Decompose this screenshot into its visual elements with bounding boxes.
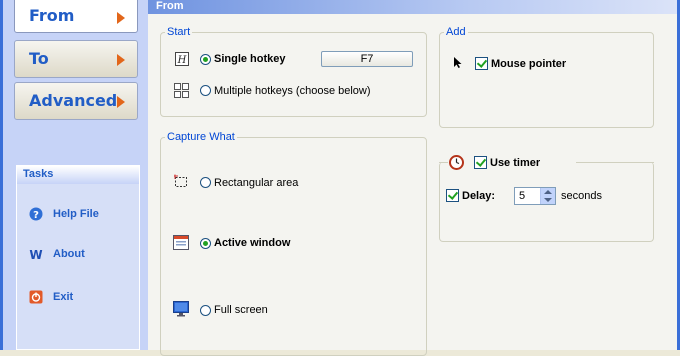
window-icon bbox=[173, 235, 189, 250]
start-legend: Start bbox=[167, 26, 191, 38]
svg-text:?: ? bbox=[33, 210, 39, 221]
arrow-right-icon bbox=[117, 96, 125, 108]
help-file-link[interactable]: ? Help File bbox=[29, 207, 119, 223]
nav-advanced-label: Advanced bbox=[29, 91, 118, 110]
svg-text:W: W bbox=[29, 248, 42, 261]
about-link[interactable]: W About bbox=[29, 247, 119, 263]
full-screen-radio[interactable] bbox=[200, 305, 211, 316]
about-label: About bbox=[53, 248, 85, 260]
clock-icon bbox=[449, 155, 464, 170]
active-window-label: Active window bbox=[214, 237, 291, 249]
use-timer-label: Use timer bbox=[490, 157, 541, 169]
hotkey-icon: H bbox=[175, 52, 189, 66]
seconds-label: seconds bbox=[561, 190, 602, 202]
monitor-icon bbox=[173, 301, 189, 317]
cursor-icon bbox=[454, 57, 462, 68]
exit-link[interactable]: Exit bbox=[29, 290, 119, 306]
nav-from-button[interactable]: From bbox=[14, 0, 138, 33]
nav-from-label: From bbox=[29, 6, 75, 25]
power-icon bbox=[29, 290, 43, 304]
delay-checkbox[interactable] bbox=[446, 189, 459, 202]
delay-label: Delay: bbox=[462, 190, 496, 202]
multiple-hotkeys-label: Multiple hotkeys (choose below) bbox=[214, 85, 371, 97]
single-hotkey-radio[interactable] bbox=[200, 54, 211, 65]
multiple-hotkeys-icon bbox=[174, 83, 189, 98]
word-icon: W bbox=[29, 248, 42, 261]
delay-spinner[interactable]: 5 bbox=[514, 187, 556, 205]
add-legend: Add bbox=[446, 26, 466, 38]
add-group: Add bbox=[439, 26, 654, 128]
use-timer-checkbox[interactable] bbox=[474, 156, 487, 169]
nav-to-button[interactable]: To bbox=[14, 40, 138, 78]
sidebar: From To Advanced Tasks ? Help File W Abo… bbox=[3, 0, 148, 350]
capture-legend: Capture What bbox=[167, 131, 235, 143]
mouse-pointer-checkbox[interactable] bbox=[475, 57, 488, 70]
full-screen-label: Full screen bbox=[214, 304, 268, 316]
active-window-radio[interactable] bbox=[200, 238, 211, 249]
rectangle-select-icon bbox=[174, 174, 187, 187]
help-file-label: Help File bbox=[53, 208, 99, 220]
rectangular-area-label: Rectangular area bbox=[214, 177, 299, 189]
tasks-title: Tasks bbox=[17, 166, 139, 184]
nav-advanced-button[interactable]: Advanced bbox=[14, 82, 138, 120]
mouse-pointer-label: Mouse pointer bbox=[491, 58, 567, 70]
multiple-hotkeys-radio[interactable] bbox=[200, 85, 211, 96]
nav-to-label: To bbox=[29, 49, 49, 68]
section-title: From bbox=[156, 0, 184, 12]
spinner-up-icon[interactable] bbox=[544, 190, 552, 194]
section-banner: From bbox=[148, 0, 677, 14]
hotkey-field[interactable]: F7 bbox=[321, 51, 413, 67]
arrow-right-icon bbox=[117, 54, 125, 66]
svg-text:H: H bbox=[177, 55, 187, 66]
delay-value: 5 bbox=[519, 190, 526, 202]
help-icon: ? bbox=[29, 207, 43, 221]
single-hotkey-label: Single hotkey bbox=[214, 53, 286, 65]
spinner-buttons[interactable] bbox=[540, 188, 555, 204]
rectangular-area-radio[interactable] bbox=[200, 177, 211, 188]
exit-label: Exit bbox=[53, 291, 74, 303]
spinner-down-icon[interactable] bbox=[544, 198, 552, 202]
start-group: Start bbox=[160, 26, 427, 117]
arrow-right-icon bbox=[117, 12, 125, 24]
tasks-panel: Tasks ? Help File W About Exit bbox=[16, 165, 140, 350]
